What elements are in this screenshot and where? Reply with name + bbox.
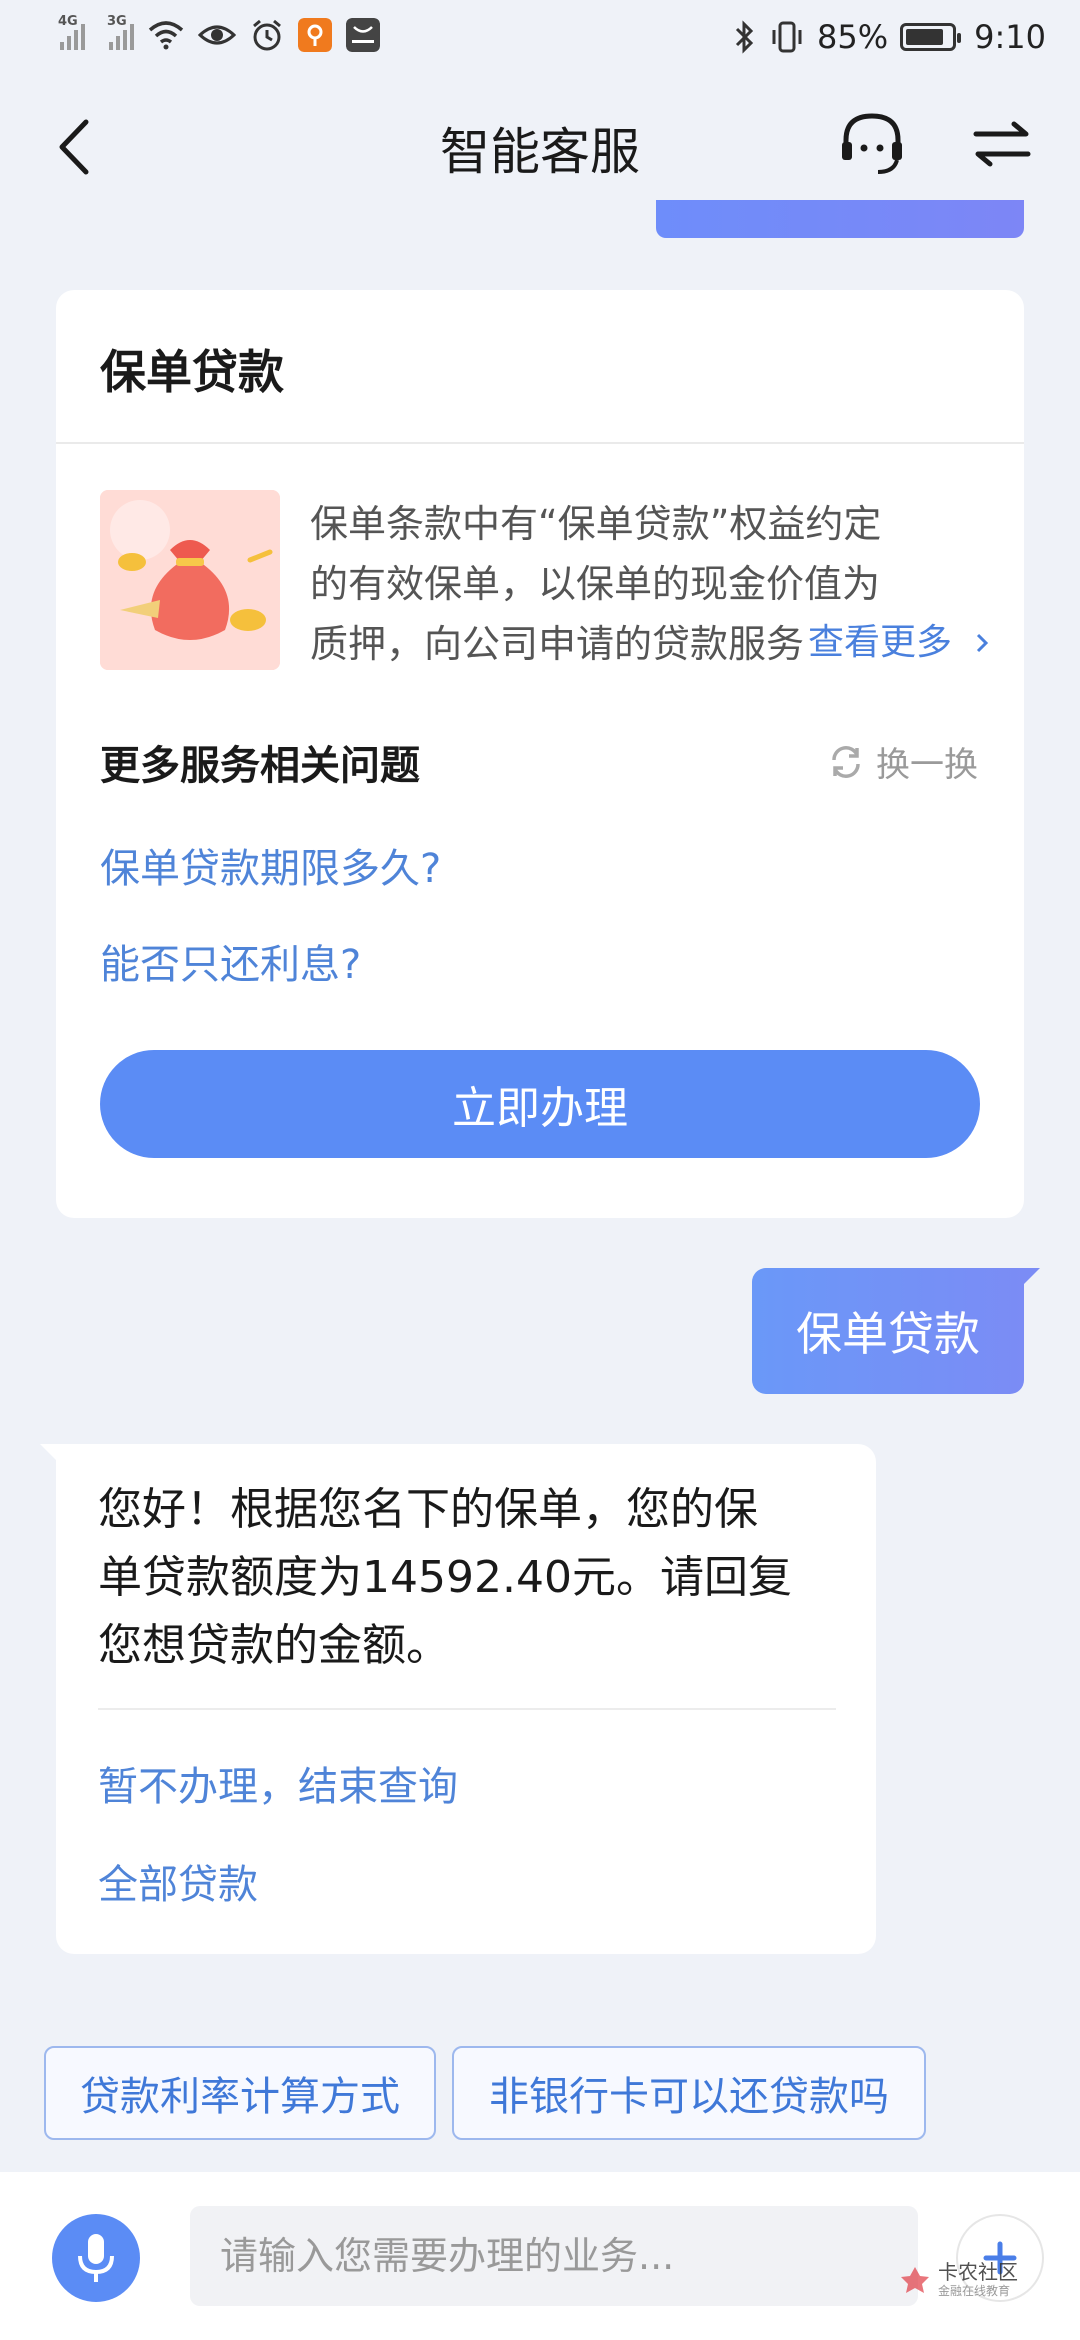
quick-reply-chip[interactable]: 非银行卡可以还贷款吗: [452, 2046, 926, 2140]
watermark-logo-icon: [901, 2266, 929, 2293]
battery-icon: [900, 23, 962, 51]
bot-message-line: 您好！根据您名下的保单，您的保: [98, 1484, 758, 1535]
description-line: 的有效保单，以保单的现金价值为: [310, 562, 881, 606]
description-line: 质押，向公司申请的贷款服务: [310, 622, 805, 666]
quick-reply-chip[interactable]: 贷款利率计算方式: [44, 2046, 436, 2140]
apply-now-button[interactable]: 立即办理: [100, 1050, 980, 1158]
watermark: 卡农社区 金融在线教育: [898, 2262, 1018, 2297]
user-message-bubble: 保单贷款: [752, 1268, 1024, 1394]
related-question-link[interactable]: 保单贷款期限多久?: [100, 836, 441, 894]
bot-option-link[interactable]: 暂不办理，结束查询: [98, 1754, 458, 1812]
money-bag-icon: [100, 490, 280, 670]
card-title: 保单贷款: [100, 345, 284, 399]
watermark-text: 卡农社区: [938, 2260, 1018, 2284]
page-title: 智能客服: [440, 123, 640, 181]
signal-4g-icon: 4G: [58, 14, 85, 50]
huawei-app-icon: [346, 18, 380, 52]
related-question-link[interactable]: 能否只还利息?: [100, 932, 361, 990]
refresh-button[interactable]: 换一换: [826, 737, 978, 786]
card-divider: [56, 442, 1024, 444]
status-left-icons: 4G 3G: [58, 14, 380, 52]
refresh-label: 换一换: [876, 745, 978, 785]
bot-bubble-tail: [40, 1444, 56, 1460]
refresh-icon: [832, 745, 860, 778]
orange-app-icon: [298, 18, 332, 52]
user-bubble-tail: [1024, 1268, 1040, 1284]
headset-icon[interactable]: [836, 108, 908, 180]
battery-percent: 85%: [817, 18, 889, 56]
microphone-icon: [78, 2234, 114, 2282]
status-bar: 4G 3G 85% 9:10: [0, 0, 1080, 80]
see-more-link[interactable]: 查看更多: [804, 613, 994, 665]
previous-user-bubble: [656, 200, 1024, 238]
watermark-subtext: 金融在线教育: [938, 2284, 1011, 2298]
signal-1-label: 4G: [58, 14, 78, 29]
swap-arrows-icon[interactable]: [970, 112, 1034, 176]
bot-message-text: 您好！根据您名下的保单，您的保 单贷款额度为14592.40元。请回复 您想贷款…: [98, 1476, 842, 1680]
status-right-icons: 85% 9:10: [733, 18, 1046, 56]
battery-fill: [906, 29, 943, 45]
bot-option-link[interactable]: 全部贷款: [98, 1852, 258, 1910]
vibrate-icon: [772, 21, 802, 53]
clock: 9:10: [974, 18, 1046, 56]
wifi-icon: [148, 21, 184, 50]
alarm-icon: [253, 19, 281, 51]
bot-message-line: 您想贷款的金额。: [98, 1620, 450, 1671]
see-more-label: 查看更多: [808, 622, 953, 663]
bot-message-line: 单贷款额度为14592.40元。请回复: [98, 1552, 792, 1603]
bluetooth-icon: [735, 20, 754, 54]
signal-2-label: 3G: [107, 14, 127, 29]
bot-bubble-divider: [98, 1708, 836, 1710]
eye-icon: [198, 25, 236, 45]
signal-3g-icon: 3G: [107, 14, 134, 50]
voice-input-button[interactable]: [52, 2214, 140, 2302]
description-line: 保单条款中有“保单贷款”权益约定: [310, 502, 882, 546]
chevron-right-icon: [977, 633, 989, 653]
related-questions-title: 更多服务相关问题: [100, 743, 420, 789]
message-input[interactable]: [190, 2206, 918, 2306]
